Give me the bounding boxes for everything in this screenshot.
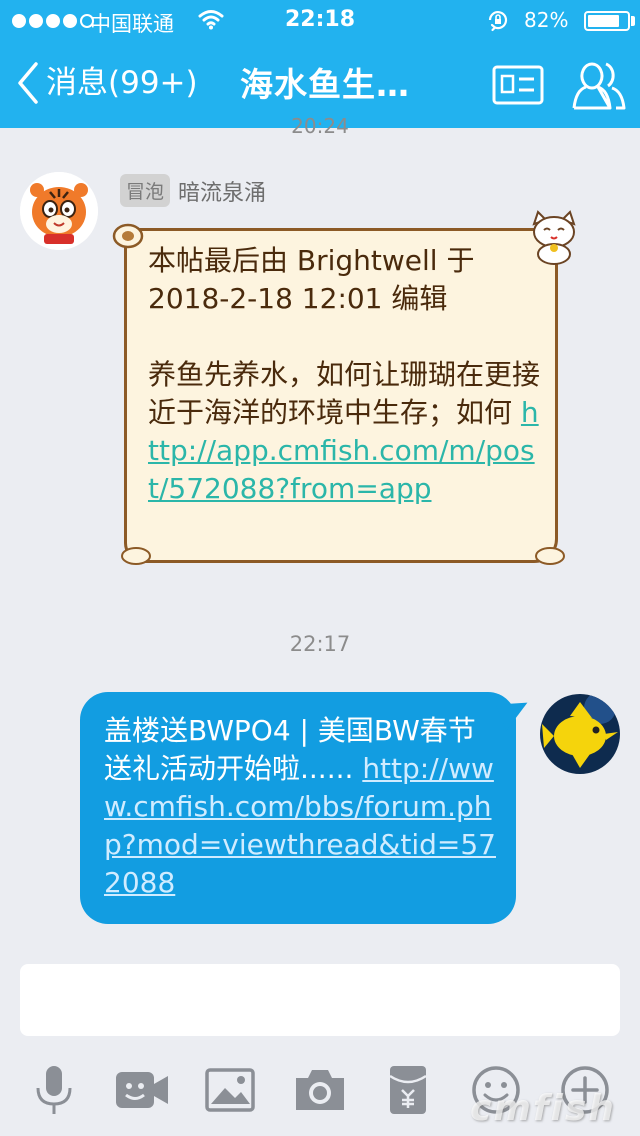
battery-tip: [631, 16, 635, 26]
group-members-icon[interactable]: [570, 58, 628, 112]
video-call-icon[interactable]: [114, 1064, 170, 1116]
sender-name[interactable]: 暗流泉涌: [178, 175, 266, 207]
header: 中国联通 22:18 82% 消息(99+) 海水鱼生…: [0, 0, 640, 128]
battery-icon: [584, 11, 630, 31]
red-packet-icon[interactable]: [380, 1064, 436, 1116]
camera-icon[interactable]: [292, 1064, 348, 1116]
timestamp-partial: 20:24: [291, 114, 349, 138]
chat-title: 海水鱼生…: [240, 65, 410, 104]
status-bar: 中国联通 22:18 82%: [0, 0, 640, 42]
sender-row: 冒泡 暗流泉涌: [120, 174, 266, 207]
battery-level: [588, 15, 619, 27]
incoming-message-bubble[interactable]: 本帖最后由 Brightwell 于 2018-2-18 12:01 编辑 养鱼…: [112, 210, 576, 565]
paw-decoration-icon: [112, 223, 144, 249]
profile-card-icon[interactable]: [492, 65, 544, 105]
yellow-fish-avatar[interactable]: [540, 694, 620, 774]
outgoing-message-text: 盖楼送BWPO4 | 美国BW春节送礼活动开始啦...... http://ww…: [104, 712, 496, 902]
sender-badge: 冒泡: [120, 174, 171, 207]
microphone-icon[interactable]: [26, 1064, 82, 1116]
bubble-tail: [495, 693, 535, 731]
watermark: cmfish: [470, 1088, 616, 1129]
rotation-lock-icon: [488, 11, 508, 32]
battery-percentage: 82%: [524, 8, 569, 32]
message-body: 养鱼先养水，如何让珊瑚在更接近于海洋的环境中生存；如何: [148, 358, 541, 429]
paw-right-icon: [535, 547, 565, 565]
message-timestamp: 22:17: [289, 632, 351, 656]
tiger-avatar[interactable]: [20, 172, 98, 250]
chevron-left-icon: [18, 62, 38, 104]
message-input[interactable]: [20, 964, 620, 1036]
back-button[interactable]: 消息(99+): [14, 60, 198, 106]
image-icon[interactable]: [203, 1064, 259, 1116]
outgoing-message-bubble[interactable]: 盖楼送BWPO4 | 美国BW春节送礼活动开始啦...... http://ww…: [80, 692, 535, 924]
message-edit-note: 本帖最后由 Brightwell 于 2018-2-18 12:01 编辑: [148, 244, 475, 315]
paw-left-icon: [121, 547, 151, 565]
back-label: 消息(99+): [46, 65, 198, 101]
incoming-message-text: 本帖最后由 Brightwell 于 2018-2-18 12:01 编辑 养鱼…: [148, 242, 544, 508]
